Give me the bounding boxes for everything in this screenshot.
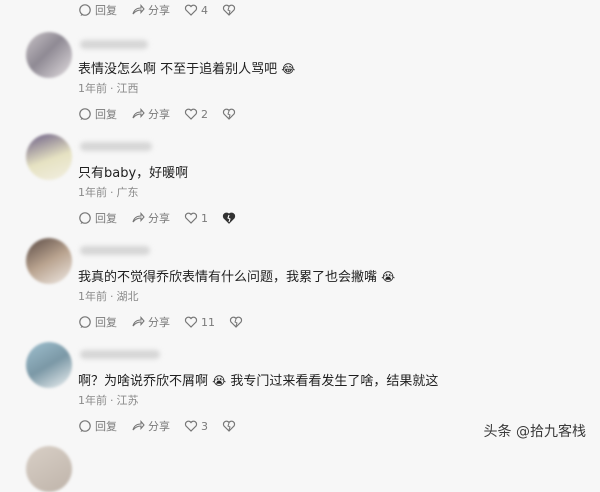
username-blurred[interactable] [80, 40, 148, 49]
comment-meta: 1年前 · 湖北 [78, 290, 139, 303]
dislike-button[interactable] [222, 107, 236, 121]
share-arrow-icon [132, 108, 145, 119]
comment-text: 啊？为啥说乔欣不屑啊 😭 我专门过来看看发生了啥，结果就这 [78, 374, 439, 389]
share-button[interactable]: 分享 [131, 314, 170, 330]
broken-heart-icon [222, 4, 236, 16]
share-label: 分享 [148, 212, 170, 225]
like-button[interactable]: 4 [184, 3, 208, 17]
heart-icon [184, 4, 198, 16]
broken-heart-icon [222, 108, 236, 120]
avatar[interactable] [26, 134, 72, 180]
share-label: 分享 [148, 420, 170, 433]
like-button[interactable]: 3 [184, 419, 208, 433]
like-count: 1 [201, 211, 208, 225]
like-button[interactable]: 2 [184, 107, 208, 121]
comment-actions: 回复 分享 2 [78, 106, 250, 122]
avatar[interactable] [26, 32, 72, 78]
share-button[interactable]: 分享 [131, 210, 170, 226]
watermark-text: 头条 @拾九客栈 [483, 424, 586, 440]
dislike-button[interactable] [222, 3, 236, 17]
share-button[interactable]: 分享 [131, 2, 170, 18]
comment-bubble-icon [79, 108, 91, 120]
comment-bubble-icon [79, 420, 91, 432]
comment-age: 1年前 [78, 290, 107, 303]
comment-age: 1年前 [78, 82, 107, 95]
share-button[interactable]: 分享 [131, 106, 170, 122]
top-action-bar: 回复 分享 4 [78, 2, 250, 18]
dislike-button[interactable] [229, 315, 243, 329]
username-blurred[interactable] [80, 350, 160, 359]
heart-icon [184, 316, 198, 328]
share-arrow-icon [132, 316, 145, 327]
comment-bubble-icon [79, 4, 91, 16]
reply-label: 回复 [95, 108, 117, 121]
share-arrow-icon [132, 420, 145, 431]
comment-location: 湖北 [116, 290, 139, 303]
heart-icon [184, 108, 198, 120]
like-count: 4 [201, 3, 208, 17]
share-label: 分享 [148, 108, 170, 121]
reply-label: 回复 [95, 212, 117, 225]
comment-location: 广东 [116, 186, 139, 199]
comment-bubble-icon [79, 212, 91, 224]
like-count: 2 [201, 107, 208, 121]
comment-meta: 1年前 · 江苏 [78, 394, 139, 407]
share-label: 分享 [148, 4, 170, 17]
comment-bubble-icon [79, 316, 91, 328]
crying-emoji-icon: 😭 [212, 374, 227, 388]
reply-button[interactable]: 回复 [78, 418, 117, 434]
reply-button[interactable]: 回复 [78, 106, 117, 122]
avatar[interactable] [26, 342, 72, 388]
dislike-button[interactable] [222, 211, 236, 225]
like-button[interactable]: 11 [184, 315, 215, 329]
comment-age: 1年前 [78, 394, 107, 407]
reply-button[interactable]: 回复 [78, 210, 117, 226]
laugh-emoji-icon: 😂 [281, 62, 296, 76]
comment-actions: 回复 分享 1 [78, 210, 250, 226]
share-button[interactable]: 分享 [131, 418, 170, 434]
like-count: 3 [201, 419, 208, 433]
comment-text: 表情没怎么啊 不至于追着别人骂吧 😂 [78, 62, 296, 77]
comment-meta: 1年前 · 广东 [78, 186, 139, 199]
comment-actions: 回复 分享 3 [78, 418, 250, 434]
comment-location: 江西 [116, 82, 139, 95]
broken-heart-icon [222, 420, 236, 432]
comment-location: 江苏 [116, 394, 139, 407]
share-arrow-icon [132, 212, 145, 223]
reply-label: 回复 [95, 4, 117, 17]
reply-label: 回复 [95, 420, 117, 433]
share-arrow-icon [132, 4, 145, 15]
username-blurred[interactable] [80, 142, 152, 151]
dislike-button[interactable] [222, 419, 236, 433]
broken-heart-icon [222, 212, 236, 224]
broken-heart-icon [229, 316, 243, 328]
comment-actions: 回复 分享 11 [78, 314, 257, 330]
avatar[interactable] [26, 238, 72, 284]
reply-button[interactable]: 回复 [78, 314, 117, 330]
comment-meta: 1年前 · 江西 [78, 82, 139, 95]
like-button[interactable]: 1 [184, 211, 208, 225]
heart-icon [184, 212, 198, 224]
heart-icon [184, 420, 198, 432]
like-count: 11 [201, 315, 215, 329]
reply-label: 回复 [95, 316, 117, 329]
comment-text: 只有baby，好暖啊 [78, 166, 189, 181]
share-label: 分享 [148, 316, 170, 329]
username-blurred[interactable] [80, 246, 150, 255]
comment-age: 1年前 [78, 186, 107, 199]
crying-emoji-icon: 😭 [381, 270, 396, 284]
reply-button[interactable]: 回复 [78, 2, 117, 18]
comment-text: 我真的不觉得乔欣表情有什么问题，我累了也会撇嘴 😭 [78, 270, 396, 285]
avatar[interactable] [26, 446, 72, 492]
